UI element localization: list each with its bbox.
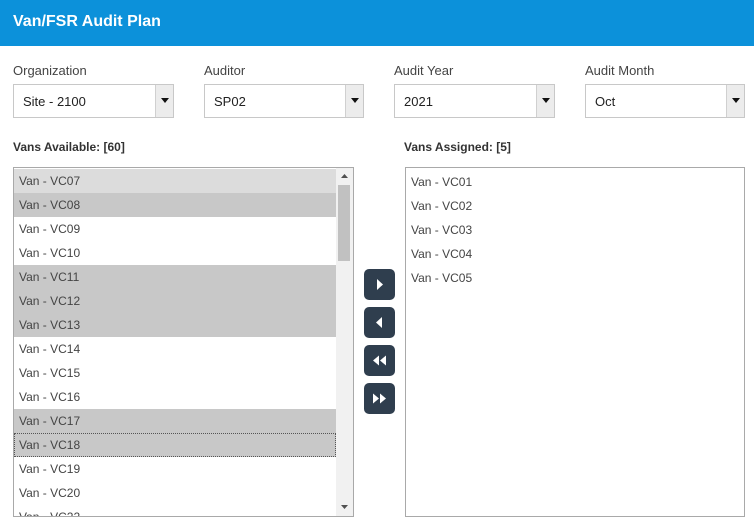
audit-month-label: Audit Month (585, 63, 655, 78)
chevron-right-icon (377, 279, 383, 290)
move-selected-left-button[interactable] (364, 307, 395, 338)
list-item[interactable]: Van - VC18 (14, 433, 336, 457)
list-item[interactable]: Van - VC08 (14, 193, 336, 217)
list-item[interactable]: Van - VC13 (14, 313, 336, 337)
audit-year-label: Audit Year (394, 63, 454, 78)
list-item[interactable]: Van - VC07 (14, 169, 336, 193)
list-item[interactable]: Van - VC14 (14, 337, 336, 361)
vans-assigned-listbox[interactable]: Van - VC01 Van - VC02 Van - VC03 Van - VC04… (405, 167, 745, 517)
dropdown-arrow[interactable] (155, 85, 173, 117)
list-item[interactable]: Van - VC04 (406, 242, 744, 266)
organization-value: Site - 2100 (23, 94, 86, 109)
dropdown-arrow[interactable] (536, 85, 554, 117)
list-item[interactable]: Van - VC11 (14, 265, 336, 289)
audit-month-select[interactable]: Oct (585, 84, 745, 118)
caret-down-icon (161, 98, 169, 103)
auditor-value: SP02 (214, 94, 246, 109)
list-item[interactable]: Van - VC16 (14, 385, 336, 409)
chevron-left-icon (376, 317, 382, 328)
vans-assigned-items: Van - VC01 Van - VC02 Van - VC03 Van - VC04… (406, 170, 744, 290)
scroll-up-arrow-icon (341, 174, 348, 178)
move-selected-right-button[interactable] (364, 269, 395, 300)
list-item[interactable]: Van - VC02 (406, 194, 744, 218)
vans-available-label: Vans Available: [60] (13, 140, 125, 154)
list-item[interactable]: Van - VC19 (14, 457, 336, 481)
list-item[interactable]: Van - VC05 (406, 266, 744, 290)
list-item[interactable]: Van - VC09 (14, 217, 336, 241)
double-chevron-right-icon (373, 393, 386, 404)
audit-month-value: Oct (595, 94, 616, 109)
organization-select[interactable]: Site - 2100 (13, 84, 174, 118)
vans-available-items: Van - VC07 Van - VC08 Van - VC09 Van - VC10… (14, 169, 336, 516)
dropdown-arrow[interactable] (726, 85, 744, 117)
scrollbar-thumb[interactable] (338, 185, 350, 261)
list-item[interactable]: Van - VC17 (14, 409, 336, 433)
auditor-label: Auditor (204, 63, 246, 78)
caret-down-icon (351, 98, 359, 103)
move-all-left-button[interactable] (364, 345, 395, 376)
caret-down-icon (542, 98, 550, 103)
scroll-up-button[interactable] (336, 168, 353, 185)
scroll-down-arrow-icon (341, 505, 348, 509)
list-item[interactable]: Van - VC03 (406, 218, 744, 242)
double-chevron-left-icon (373, 355, 386, 366)
organization-label: Organization (13, 63, 87, 78)
caret-down-icon (732, 98, 740, 103)
list-item[interactable]: Van - VC01 (406, 170, 744, 194)
title-bar: Van/FSR Audit Plan (0, 0, 754, 46)
audit-year-value: 2021 (404, 94, 433, 109)
list-item[interactable]: Van - VC22 (14, 505, 336, 516)
list-item[interactable]: Van - VC12 (14, 289, 336, 313)
scroll-down-button[interactable] (336, 499, 353, 516)
vans-assigned-label: Vans Assigned: [5] (404, 140, 511, 154)
page-title: Van/FSR Audit Plan (13, 13, 161, 30)
list-item[interactable]: Van - VC20 (14, 481, 336, 505)
list-item[interactable]: Van - VC15 (14, 361, 336, 385)
move-all-right-button[interactable] (364, 383, 395, 414)
vertical-scrollbar[interactable] (336, 168, 353, 516)
dropdown-arrow[interactable] (345, 85, 363, 117)
vans-available-listbox[interactable]: Van - VC07 Van - VC08 Van - VC09 Van - VC10… (13, 167, 354, 517)
auditor-select[interactable]: SP02 (204, 84, 364, 118)
list-item[interactable]: Van - VC10 (14, 241, 336, 265)
audit-year-select[interactable]: 2021 (394, 84, 555, 118)
